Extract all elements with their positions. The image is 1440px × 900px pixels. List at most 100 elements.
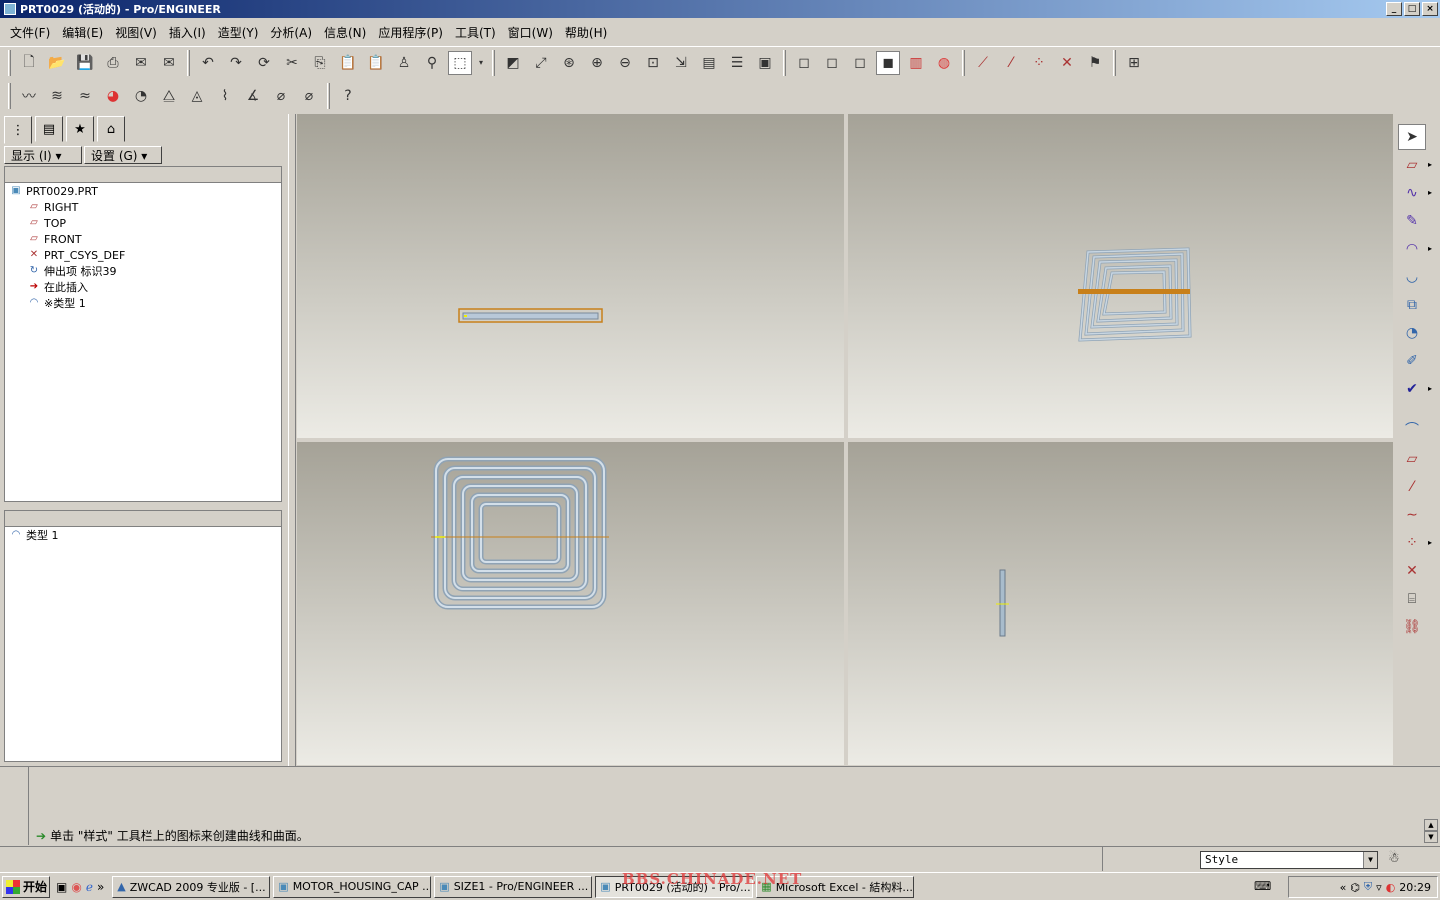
chevron-right-icon[interactable]: ▸ bbox=[1428, 538, 1432, 547]
menu-tools[interactable]: 工具(T) bbox=[449, 22, 502, 42]
reorient-icon[interactable]: ⇲ bbox=[669, 51, 693, 75]
menu-window[interactable]: 窗口(W) bbox=[502, 22, 559, 42]
network-icon[interactable]: ⌬ bbox=[1350, 881, 1360, 894]
menu-edit[interactable]: 编辑(E) bbox=[56, 22, 109, 42]
view-manager-icon[interactable]: ▣ bbox=[753, 51, 777, 75]
chevron-right-icon[interactable]: ▸ bbox=[1428, 244, 1432, 253]
keyboard-icon[interactable]: ⌨ bbox=[1254, 879, 1271, 893]
task-size1[interactable]: ▣ SIZE1 - Pro/ENGINEER ... bbox=[434, 875, 593, 898]
slope-icon[interactable]: ◬ bbox=[185, 84, 209, 108]
select-icon[interactable]: ➤ bbox=[1398, 124, 1426, 150]
more-icon[interactable]: » bbox=[97, 880, 104, 894]
email-icon[interactable]: ✉ bbox=[129, 51, 153, 75]
grid-toggle-icon[interactable]: ⊞ bbox=[1122, 51, 1146, 75]
close-button[interactable]: × bbox=[1422, 2, 1438, 16]
appearance-icon[interactable]: ▥ bbox=[904, 51, 928, 75]
email-link-icon[interactable]: ✉ bbox=[157, 51, 181, 75]
datum-plane-tool-icon[interactable]: ▱ bbox=[1398, 446, 1426, 472]
zoom-in-icon[interactable]: ⊕ bbox=[585, 51, 609, 75]
tree-item-sweep[interactable]: ↻ 伸出项 标识39 bbox=[5, 263, 281, 279]
show-dropdown[interactable]: 显示 (I) ▾ bbox=[4, 146, 82, 164]
datum-curve-tool-icon[interactable]: ∼ bbox=[1398, 502, 1426, 528]
chevron-right-icon[interactable]: ▸ bbox=[1428, 188, 1432, 197]
regenerate-icon[interactable]: ⟳ bbox=[252, 51, 276, 75]
tab-favorites[interactable]: ★ bbox=[66, 116, 94, 142]
undo-icon[interactable]: ↶ bbox=[196, 51, 220, 75]
layers-icon[interactable]: ☰ bbox=[725, 51, 749, 75]
done-checkmark-icon[interactable]: ✔ bbox=[1398, 376, 1426, 402]
chevron-down-icon[interactable]: ▾ bbox=[476, 51, 486, 75]
menu-insert[interactable]: 插入(I) bbox=[163, 22, 212, 42]
chevron-down-icon[interactable]: ▼ bbox=[1363, 852, 1377, 868]
minimize-button[interactable]: _ bbox=[1386, 2, 1402, 16]
menu-analysis[interactable]: 分析(A) bbox=[264, 22, 318, 42]
datum-point-tool-icon[interactable]: ⁘ bbox=[1398, 530, 1426, 556]
tray-expand-icon[interactable]: « bbox=[1340, 881, 1347, 894]
datum-axis-display-icon[interactable]: ⁄ bbox=[999, 51, 1023, 75]
scroll-down-button[interactable]: ▼ bbox=[1424, 831, 1438, 843]
menu-applications[interactable]: 应用程序(P) bbox=[372, 22, 449, 42]
curve-edit-icon[interactable]: ✐ bbox=[1398, 348, 1426, 374]
draft-icon[interactable]: ⧋ bbox=[157, 84, 181, 108]
tree-item-insert-here[interactable]: ➔ 在此插入 bbox=[5, 279, 281, 295]
gaussian-icon[interactable]: ◕ bbox=[101, 84, 125, 108]
save-icon[interactable]: 💾 bbox=[73, 51, 97, 75]
model-player-icon[interactable]: ♙ bbox=[392, 51, 416, 75]
find-icon[interactable]: ⚲ bbox=[420, 51, 444, 75]
open-icon[interactable]: 📂 bbox=[45, 51, 69, 75]
tab-folder-browser[interactable]: ▤ bbox=[35, 116, 63, 142]
menu-info[interactable]: 信息(N) bbox=[318, 22, 372, 42]
hidden-line-icon[interactable]: ◻ bbox=[820, 51, 844, 75]
firefox-icon[interactable]: ◉ bbox=[71, 880, 81, 894]
surface-connect-icon[interactable]: ◡ bbox=[1398, 264, 1426, 290]
datum-axis-icon[interactable]: ⤢ bbox=[529, 51, 553, 75]
surface-edit-icon[interactable]: ◔ bbox=[1398, 320, 1426, 346]
datum-axis-tool-icon[interactable]: ⁄ bbox=[1398, 474, 1426, 500]
tab-model-tree[interactable]: ⋮ bbox=[4, 116, 32, 144]
saved-views-icon[interactable]: ▤ bbox=[697, 51, 721, 75]
set-active-plane-icon[interactable]: ▱ bbox=[1398, 152, 1426, 178]
spin-center-icon[interactable]: ⊛ bbox=[557, 51, 581, 75]
wireframe-icon[interactable]: ◻ bbox=[792, 51, 816, 75]
tree-item-right[interactable]: ▱ RIGHT bbox=[5, 199, 281, 215]
tree-item-top[interactable]: ▱ TOP bbox=[5, 215, 281, 231]
maximize-button[interactable]: □ bbox=[1404, 2, 1420, 16]
offset-curve-icon[interactable]: ≈ bbox=[73, 84, 97, 108]
menu-style[interactable]: 造型(Y) bbox=[212, 22, 265, 42]
annotation-display-icon[interactable]: ⚑ bbox=[1083, 51, 1107, 75]
shading-icon[interactable]: ◼ bbox=[876, 50, 900, 75]
desktop-icon[interactable]: ▣ bbox=[56, 880, 67, 894]
curvature-icon[interactable]: 〰 bbox=[17, 84, 41, 108]
task-motor-housing[interactable]: ▣ MOTOR_HOUSING_CAP ... bbox=[273, 875, 432, 898]
volume-icon[interactable]: ◐ bbox=[1386, 881, 1396, 894]
menu-file[interactable]: 文件(F) bbox=[4, 22, 56, 42]
cut-icon[interactable]: ✂ bbox=[280, 51, 304, 75]
viewport-top-left[interactable] bbox=[297, 114, 844, 438]
datum-point-display-icon[interactable]: ⁘ bbox=[1027, 51, 1051, 75]
context-help-icon[interactable]: ? bbox=[336, 84, 360, 108]
graphics-area[interactable] bbox=[297, 114, 1393, 765]
chain-tool-icon[interactable]: ⛓ bbox=[1398, 614, 1426, 640]
refit-icon[interactable]: ⊡ bbox=[641, 51, 665, 75]
paste-icon[interactable]: 📋 bbox=[336, 51, 360, 75]
curvature-surface-icon[interactable]: ◔ bbox=[129, 84, 153, 108]
tree-item-part[interactable]: ▣ PRT0029.PRT bbox=[5, 183, 281, 199]
surface-trim-icon[interactable]: ⧉ bbox=[1398, 292, 1426, 318]
analysis-tool-icon[interactable]: ⌸ bbox=[1398, 586, 1426, 612]
csys-display-icon[interactable]: ✕ bbox=[1055, 51, 1079, 75]
print-icon[interactable]: ⎙ bbox=[101, 51, 125, 75]
selection-filter-dropdown[interactable]: Style ▼ bbox=[1200, 851, 1378, 869]
smart-select-icon[interactable]: ☃ bbox=[1388, 851, 1400, 866]
selection-box-icon[interactable]: ⬚ bbox=[448, 50, 472, 75]
menu-help[interactable]: 帮助(H) bbox=[559, 22, 613, 42]
csys-tool-icon[interactable]: ✕ bbox=[1398, 558, 1426, 584]
antivirus-icon[interactable]: ▿ bbox=[1376, 881, 1382, 894]
tab-connections[interactable]: ⌂ bbox=[97, 116, 125, 142]
chevron-right-icon[interactable]: ▸ bbox=[1428, 160, 1432, 169]
color-wheel-icon[interactable]: ◍ bbox=[932, 51, 956, 75]
tree-item-style[interactable]: ◠ ※类型 1 bbox=[5, 295, 281, 311]
menu-view[interactable]: 视图(V) bbox=[109, 22, 163, 42]
reflection-icon[interactable]: ⌇ bbox=[213, 84, 237, 108]
new-icon[interactable]: 🗋 bbox=[17, 51, 41, 75]
section-icon[interactable]: ≋ bbox=[45, 84, 69, 108]
